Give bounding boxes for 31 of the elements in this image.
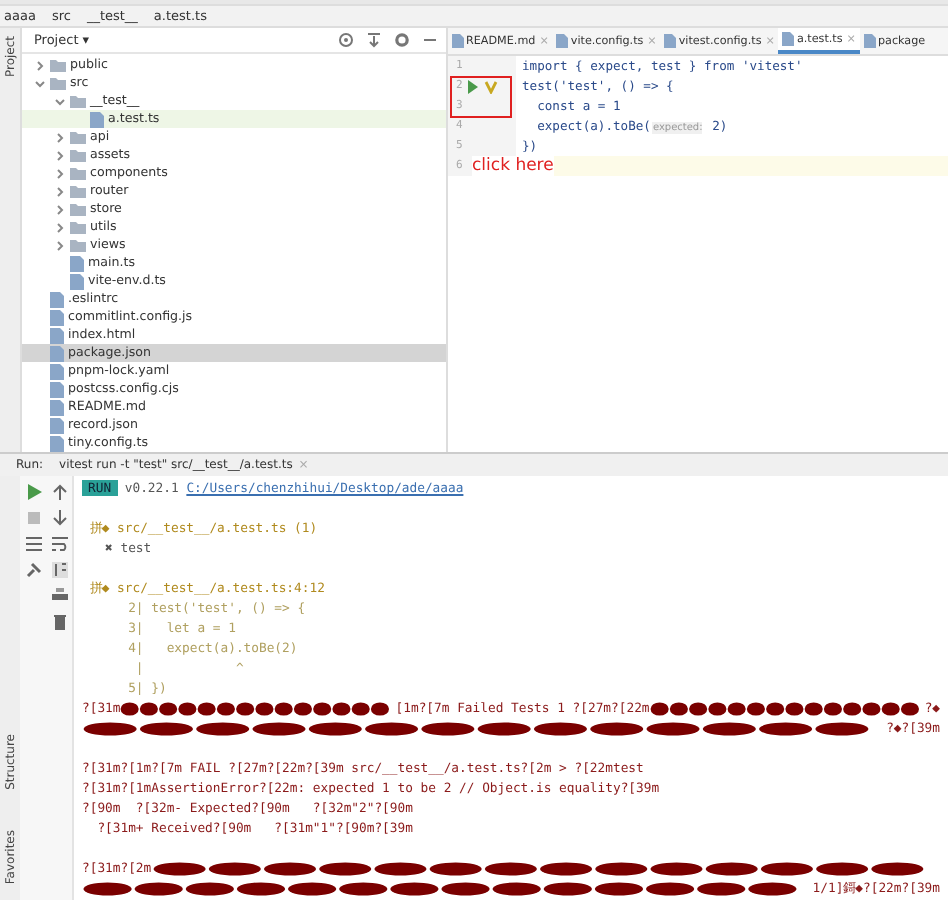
chevron-icon[interactable] [54, 167, 66, 179]
file-icon [664, 34, 677, 48]
file-icon [782, 32, 795, 46]
print-icon[interactable] [51, 588, 67, 604]
chevron-icon[interactable] [54, 149, 66, 161]
chevron-icon[interactable] [54, 185, 66, 197]
layout-icon[interactable] [25, 536, 41, 552]
trash-icon[interactable] [51, 614, 67, 630]
file-icon [90, 111, 104, 127]
collapse-icon[interactable] [366, 32, 382, 48]
chevron-icon[interactable] [54, 203, 66, 215]
up-arrow-icon[interactable] [51, 484, 67, 500]
chevron-icon[interactable] [54, 239, 66, 251]
file-icon [556, 34, 569, 48]
run-test-icon[interactable] [468, 79, 501, 93]
chevron-icon[interactable] [34, 77, 46, 89]
target-icon[interactable] [338, 32, 354, 48]
pin-icon[interactable] [25, 562, 41, 578]
stop-icon[interactable] [25, 510, 41, 526]
highlight-rectangle [450, 76, 512, 118]
annotation-text: click here [472, 156, 554, 176]
file-icon [452, 34, 464, 48]
chevron-icon[interactable] [54, 131, 66, 143]
settings-icon[interactable] [394, 32, 410, 48]
sort-icon[interactable] [51, 562, 67, 578]
play-icon[interactable] [25, 484, 41, 500]
chevron-icon[interactable] [54, 221, 66, 233]
chevron-icon[interactable] [34, 59, 46, 71]
down-arrow-icon[interactable] [51, 510, 67, 526]
chevron-icon[interactable] [54, 95, 66, 107]
wrap-icon[interactable] [51, 536, 67, 552]
